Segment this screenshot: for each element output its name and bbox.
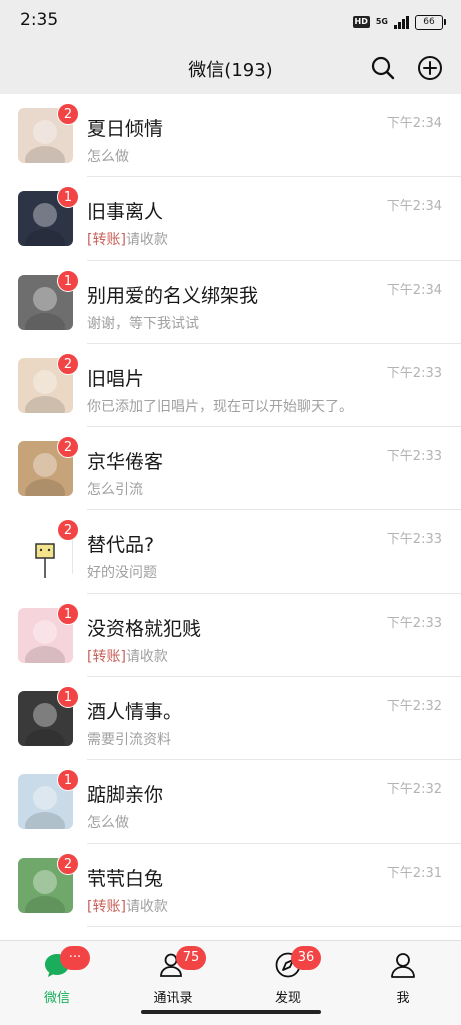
chat-name: 别用爱的名义绑架我 — [87, 284, 259, 307]
chat-preview-text: 请收款 — [125, 898, 168, 915]
chat-preview-text: 谢谢，等下我试试 — [87, 315, 199, 332]
chat-time: 下午2:33 — [386, 365, 442, 381]
tab-me[interactable]: 我 — [358, 947, 448, 1007]
chat-time: 下午2:33 — [386, 532, 442, 548]
chat-time: 下午2:33 — [386, 615, 442, 631]
chat-row[interactable]: 2 旧唱片你已添加了旧唱片，现在可以开始聊天了。 下午2:33 — [0, 343, 461, 428]
chat-preview: [转账]请收款 — [87, 646, 387, 666]
chat-preview-text: 好的没问题 — [87, 565, 157, 582]
chat-name: 踮脚亲你 — [87, 784, 164, 807]
chat-row[interactable]: 2 京华倦客怎么引流 下午2:33 — [0, 427, 461, 511]
unread-badge: 1 — [57, 186, 79, 209]
chat-time: 下午2:34 — [386, 199, 442, 215]
chat-name: 夏日倾情 — [87, 118, 164, 140]
chat-row[interactable]: 1 酒人情事。需要引流资料 下午2:32 — [0, 677, 461, 761]
chat-name: 旧唱片 — [87, 367, 145, 390]
chat-time: 下午2:32 — [386, 699, 442, 715]
transfer-tag: [转账] — [87, 232, 126, 249]
chat-time: 下午2:34 — [386, 282, 442, 298]
unread-badge: 1 — [57, 269, 79, 292]
chat-name: 旧事离人 — [87, 201, 164, 224]
chat-row[interactable]: 2 替代品? 好的没问题 下午2:33 — [0, 510, 461, 595]
transfer-tag: [转账] — [87, 648, 126, 665]
chat-time: 下午2:34 — [386, 116, 442, 131]
unread-badge: 1 — [57, 769, 79, 792]
unread-badge: 1 — [57, 686, 79, 709]
chat-row[interactable]: 2 茕茕白兔 [转账]请收款 下午2:31 — [0, 843, 461, 928]
tab-contacts[interactable]: 75 通讯录 — [128, 946, 218, 1007]
chat-preview-text: 请收款 — [125, 232, 168, 249]
unread-badge: 1 — [57, 602, 79, 625]
chat-preview: 怎么做 — [87, 146, 387, 166]
chat-name: 京华倦客 — [87, 451, 164, 474]
chat-preview-text: 怎么引流 — [87, 482, 143, 499]
chat-row[interactable]: 1 旧事离人 [转账]请收款 下午2:34 — [0, 177, 461, 261]
chat-time: 下午2:33 — [386, 449, 442, 465]
chat-name: 茕茕白兔 — [87, 867, 164, 890]
tab-label: 发现 — [274, 991, 301, 1006]
person-icon — [391, 953, 415, 978]
search-icon[interactable] — [369, 54, 397, 82]
chat-row[interactable]: 1 踮脚亲你怎么做 下午2:32 — [0, 760, 461, 844]
tab-label: 微信 — [43, 991, 70, 1006]
chat-preview-text: 怎么做 — [87, 149, 129, 165]
chat-row[interactable]: 1 别用爱的名义绑架我谢谢，等下我试试 下午2:34 — [0, 260, 461, 345]
chat-preview: 怎么做 — [87, 812, 387, 832]
chat-name: 没资格就犯贱 — [87, 617, 202, 640]
chat-preview: 怎么引流 — [87, 479, 387, 499]
chat-list: 2 夏日倾情 怎么做 下午2:34 1 旧事离人 [转账]请收款 下午2:34 1 别用爱的名义绑… — [0, 94, 461, 928]
chat-preview: 你已添加了旧唱片，现在可以开始聊天了。 — [87, 396, 387, 416]
plus-circle-icon[interactable] — [416, 54, 444, 82]
battery-icon: 66 — [415, 14, 446, 30]
chat-preview-text: 请收款 — [125, 648, 168, 665]
unread-badge: 2 — [57, 103, 79, 125]
unread-badge: 2 — [57, 436, 79, 459]
tab-label: 通讯录 — [153, 991, 193, 1006]
tab-discover[interactable]: 36 发现 — [243, 946, 333, 1007]
status-time: 2:35 — [20, 10, 59, 30]
chat-name: 替代品? — [87, 534, 155, 557]
transfer-tag: [转账] — [87, 898, 126, 915]
chat-preview-text: 需要引流资料 — [87, 732, 171, 749]
unread-badge: 2 — [57, 519, 79, 542]
tab-badge: 75 — [176, 946, 206, 970]
status-icons: HD 5G 66 — [352, 13, 446, 31]
chat-preview: 好的没问题 — [87, 562, 387, 582]
tab-badge: 36 — [291, 946, 321, 970]
chat-row[interactable]: 2 夏日倾情怎么做 下午2:34 — [0, 94, 461, 178]
chat-preview: [转账]请收款 — [87, 229, 387, 249]
chat-preview: [转账]请收款 — [87, 896, 387, 916]
home-indicator — [141, 1010, 321, 1014]
status-bar: 2:35 HD 5G 66 — [0, 0, 461, 42]
app-header: 微信(193) — [0, 42, 461, 94]
chat-preview: 谢谢，等下我试试 — [87, 313, 387, 333]
tab-badge: ··· — [60, 946, 90, 970]
chat-preview: 需要引流资料 — [87, 729, 387, 749]
chat-name: 酒人情事。 — [87, 701, 183, 724]
chat-preview-text: 你已添加了旧唱片，现在可以开始聊天了。 — [87, 398, 353, 415]
unread-badge: 2 — [57, 352, 79, 375]
chat-row[interactable]: 1 没资格就犯贱 [转账]请收款 下午2:33 — [0, 593, 461, 678]
network-label: 5G — [375, 17, 388, 26]
tab-chats[interactable]: ··· 微信 — [12, 946, 102, 1007]
chat-preview-text: 怎么做 — [87, 815, 129, 832]
signal-icon — [394, 15, 409, 29]
tab-label: 我 — [396, 991, 410, 1006]
unread-badge: 2 — [57, 852, 79, 875]
chat-time: 下午2:32 — [386, 782, 442, 798]
chat-time: 下午2:31 — [386, 865, 442, 881]
hd-icon: HD — [352, 16, 370, 28]
